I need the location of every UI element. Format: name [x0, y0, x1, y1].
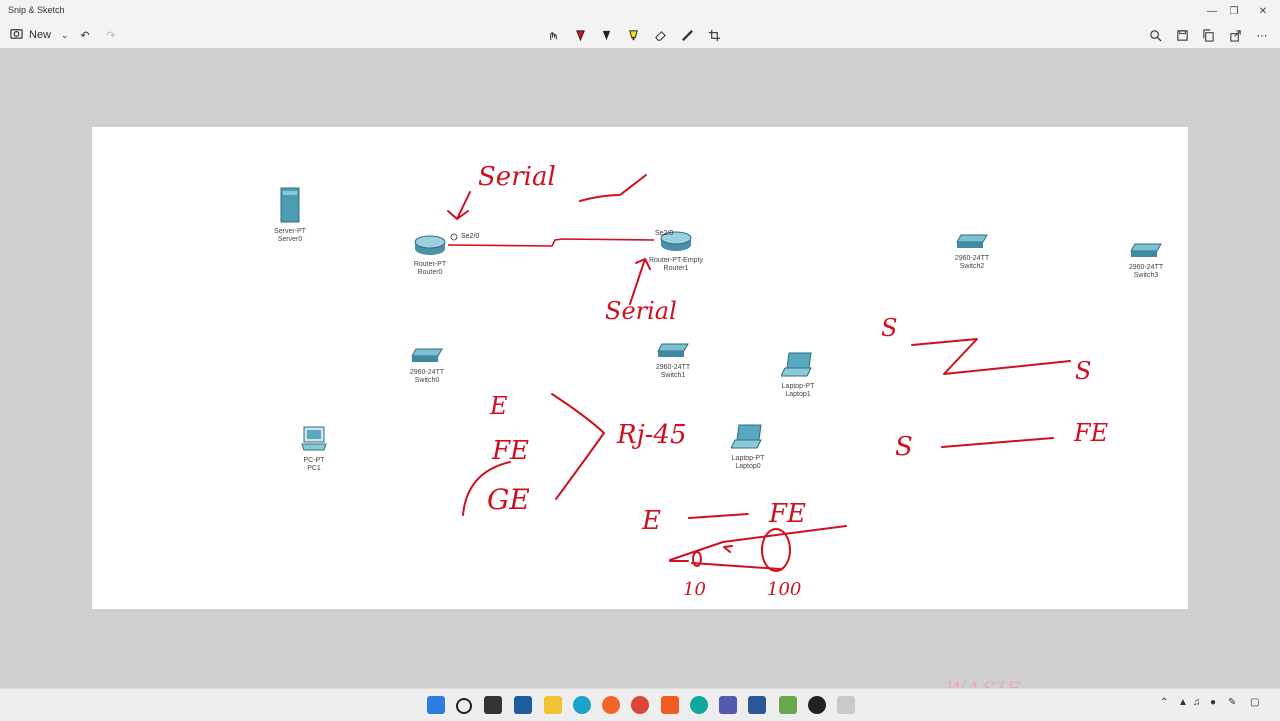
share-icon[interactable] [1227, 26, 1243, 44]
new-snip-icon [10, 27, 23, 43]
microphone-icon[interactable]: ● [1210, 697, 1216, 708]
taskbar: ⌃ ▲ ♫ ● ✎ ▢ [0, 688, 1280, 721]
eraser-icon[interactable] [652, 26, 668, 44]
undo-icon[interactable]: ↶ [78, 26, 92, 44]
brave-icon[interactable] [661, 696, 679, 714]
touch-writing-icon[interactable] [545, 26, 561, 44]
toolbar: New ⌄ ↶ ↷ ⋯ [0, 22, 1280, 69]
image-canvas[interactable]: Server-PT Server0 Router-PT Router0 Rout… [92, 127, 1188, 609]
whiteboard-icon[interactable] [690, 696, 708, 714]
ballpoint-pen-icon[interactable] [572, 26, 588, 44]
teams-icon[interactable] [719, 696, 737, 714]
chevron-up-icon[interactable]: ⌃ [1160, 697, 1168, 708]
task-view-icon[interactable] [484, 696, 502, 714]
edge-icon[interactable] [573, 696, 591, 714]
obs-icon[interactable] [808, 696, 826, 714]
new-button-label: New [29, 29, 52, 41]
window-title: Snip & Sketch [8, 5, 65, 15]
close-button[interactable]: ✕ [1246, 0, 1280, 22]
port-label: Se2/0 [461, 233, 480, 240]
file-explorer-icon[interactable] [544, 696, 562, 714]
word-icon[interactable] [748, 696, 766, 714]
packet-tracer-icon[interactable] [779, 696, 797, 714]
crop-icon[interactable] [706, 26, 722, 44]
network-icon[interactable]: ▲ [1178, 697, 1188, 708]
snip-sketch-icon[interactable] [837, 696, 855, 714]
chevron-down-icon[interactable]: ⌄ [61, 30, 69, 41]
serial-link [447, 233, 655, 247]
search-icon[interactable] [456, 698, 472, 714]
notification-icon[interactable]: ▢ [1250, 697, 1259, 708]
more-options-icon[interactable]: ⋯ [1254, 26, 1270, 44]
widgets-icon[interactable] [514, 696, 532, 714]
save-icon[interactable] [1174, 26, 1190, 44]
port-label: Se2/0 [655, 230, 674, 237]
title-bar: Snip & Sketch — ❐ ✕ [0, 0, 1280, 22]
redo-icon[interactable]: ↷ [104, 26, 118, 44]
new-button[interactable]: New ⌄ [6, 26, 69, 44]
pen-icon[interactable]: ✎ [1228, 697, 1236, 708]
highlighter-icon[interactable] [625, 26, 641, 44]
ruler-icon[interactable] [679, 26, 695, 44]
pencil-icon[interactable] [598, 26, 614, 44]
chrome-icon[interactable] [631, 696, 649, 714]
firefox-icon[interactable] [602, 696, 620, 714]
volume-icon[interactable]: ♫ [1193, 697, 1201, 708]
windows-start-icon[interactable] [427, 696, 445, 714]
zoom-icon[interactable] [1147, 26, 1163, 44]
copy-icon[interactable] [1200, 26, 1216, 44]
